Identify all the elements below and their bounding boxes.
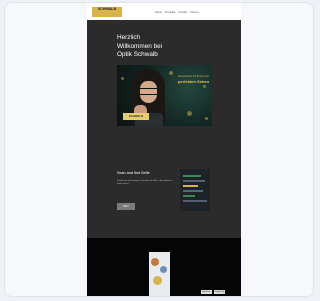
section-title: Scan and find Brille xyxy=(117,171,150,175)
footer-promo-image[interactable] xyxy=(149,252,170,296)
email-header: SCHWALB Home Produkte Kontakt Service xyxy=(87,3,241,20)
bokeh-dot xyxy=(205,117,208,120)
bokeh-dot xyxy=(169,71,173,75)
banner-badge: SCHWALB xyxy=(123,113,149,120)
hero-title-line-3: Optik Schwalb xyxy=(117,51,158,59)
banner-text: Gemeinsam mit Ihnen zum perfekten Sehen xyxy=(177,75,210,84)
hero-title-line-1: Herzlich xyxy=(117,34,141,41)
bokeh-dot xyxy=(121,77,124,80)
banner-text-highlight: perfekten Sehen xyxy=(177,79,210,84)
app-screenshot xyxy=(180,169,210,211)
bokeh-dot xyxy=(187,111,192,116)
nav-item-2[interactable]: Produkte xyxy=(165,11,175,14)
nav-item-1[interactable]: Home xyxy=(155,11,162,14)
glasses-icon xyxy=(139,88,158,95)
section-body: Finden Sie mit wenigen Schritten die Bri… xyxy=(117,180,173,186)
nav-item-4[interactable]: Service xyxy=(190,11,199,14)
app-store-button[interactable]: App Store xyxy=(201,290,212,294)
brand-logo[interactable]: SCHWALB xyxy=(92,7,122,17)
hero-banner-image[interactable]: Gemeinsam mit Ihnen zum perfekten Sehen … xyxy=(117,65,212,126)
google-play-button[interactable]: Google Play xyxy=(214,290,225,294)
bokeh-dot xyxy=(203,85,206,88)
email-footer: App Store Google Play xyxy=(87,238,241,296)
section-button[interactable]: Mehr xyxy=(117,203,135,210)
header-nav: Home Produkte Kontakt Service xyxy=(155,8,239,16)
nav-item-3[interactable]: Kontakt xyxy=(178,11,187,14)
logo-text: SCHWALB xyxy=(97,7,117,11)
hero-title: Herzlich Willkommen bei Optik Schwalb xyxy=(117,34,207,60)
email-preview: SCHWALB Home Produkte Kontakt Service He… xyxy=(87,3,241,296)
hero-title-line-2: Willkommen bei xyxy=(117,42,163,50)
